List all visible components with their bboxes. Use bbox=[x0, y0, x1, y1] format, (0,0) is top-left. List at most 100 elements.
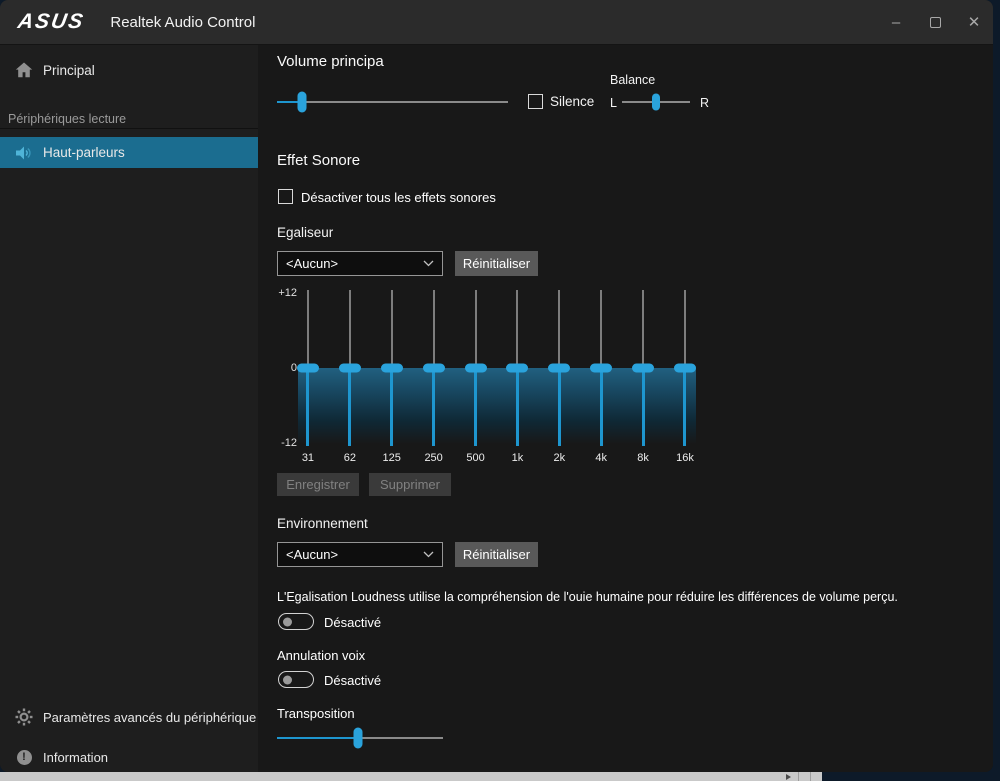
volume-slider-track bbox=[277, 101, 508, 103]
transposition-label: Transposition bbox=[277, 706, 355, 721]
eq-band-8k[interactable] bbox=[622, 290, 664, 446]
disable-effects-checkbox[interactable] bbox=[278, 189, 293, 204]
toggle-knob bbox=[283, 675, 292, 684]
eq-bands bbox=[287, 290, 706, 446]
eq-band-thumb[interactable] bbox=[632, 364, 654, 373]
eq-band-thumb[interactable] bbox=[548, 364, 570, 373]
eq-band-thumb[interactable] bbox=[381, 364, 403, 373]
eq-freq-label: 4k bbox=[580, 452, 622, 464]
transposition-slider[interactable] bbox=[277, 726, 443, 750]
window-controls: – ✕ bbox=[872, 7, 989, 37]
chevron-down-icon bbox=[423, 260, 434, 267]
screen: ASUS Realtek Audio Control – ✕ Principal… bbox=[0, 0, 1000, 781]
eq-freq-label: 500 bbox=[455, 452, 497, 464]
asus-logo: ASUS bbox=[16, 10, 87, 34]
window-title: Realtek Audio Control bbox=[110, 14, 255, 31]
transposition-slider-thumb[interactable] bbox=[354, 728, 363, 749]
sidebar-divider bbox=[0, 128, 258, 129]
volume-slider[interactable] bbox=[277, 91, 508, 113]
eq-band-62[interactable] bbox=[329, 290, 371, 446]
eq-band-125[interactable] bbox=[371, 290, 413, 446]
sidebar-item-haut-parleurs[interactable]: Haut-parleurs bbox=[0, 137, 258, 168]
eq-band-thumb[interactable] bbox=[423, 364, 445, 373]
loudness-toggle[interactable] bbox=[278, 613, 314, 630]
transposition-slider-fill bbox=[277, 737, 358, 739]
eq-band-16k[interactable] bbox=[664, 290, 706, 446]
effects-heading: Effet Sonore bbox=[277, 152, 360, 169]
balance-left-label: L bbox=[610, 96, 617, 110]
voice-cancellation-state-label: Désactivé bbox=[324, 673, 381, 688]
gear-icon bbox=[15, 708, 33, 726]
eq-freq-label: 2k bbox=[538, 452, 580, 464]
eq-freq-label: 62 bbox=[329, 452, 371, 464]
equalizer-reset-button[interactable]: Réinitialiser bbox=[455, 251, 538, 276]
eq-band-31[interactable] bbox=[287, 290, 329, 446]
sidebar: Principal Périphériques lecture Haut-par… bbox=[0, 45, 258, 772]
sidebar-item-label: Principal bbox=[43, 63, 95, 78]
environment-preset-value: <Aucun> bbox=[286, 547, 338, 562]
balance-slider-thumb[interactable] bbox=[652, 94, 660, 111]
equalizer-preset-dropdown[interactable]: <Aucun> bbox=[277, 251, 443, 276]
eq-band-thumb[interactable] bbox=[674, 364, 696, 373]
toggle-knob bbox=[283, 617, 292, 626]
main-content: Volume principa Silence Balance L R Effe… bbox=[258, 45, 993, 772]
equalizer-label: Egaliseur bbox=[277, 225, 333, 240]
sidebar-item-label: Haut-parleurs bbox=[43, 145, 125, 160]
sidebar-item-label: Information bbox=[43, 750, 108, 765]
voice-cancellation-label: Annulation voix bbox=[277, 648, 365, 663]
eq-freq-label: 31 bbox=[287, 452, 329, 464]
titlebar: ASUS Realtek Audio Control – ✕ bbox=[0, 0, 993, 45]
environment-preset-dropdown[interactable]: <Aucun> bbox=[277, 542, 443, 567]
background-horizontal-scrollbar[interactable] bbox=[0, 772, 822, 781]
silence-checkbox[interactable] bbox=[528, 94, 543, 109]
balance-right-label: R bbox=[700, 96, 709, 110]
eq-band-thumb[interactable] bbox=[590, 364, 612, 373]
eq-band-2k[interactable] bbox=[538, 290, 580, 446]
scrollbar-divider bbox=[798, 772, 799, 781]
close-button[interactable]: ✕ bbox=[959, 7, 989, 37]
voice-cancellation-toggle[interactable] bbox=[278, 671, 314, 688]
eq-band-500[interactable] bbox=[455, 290, 497, 446]
scrollbar-right-arrow-icon bbox=[786, 774, 791, 780]
scrollbar-divider bbox=[810, 772, 811, 781]
info-icon: ! bbox=[15, 750, 33, 765]
sidebar-item-advanced-settings[interactable]: Paramètres avancés du périphérique bbox=[0, 700, 258, 734]
volume-heading: Volume principa bbox=[277, 53, 384, 70]
balance-slider[interactable] bbox=[622, 93, 690, 111]
minimize-button[interactable]: – bbox=[881, 7, 911, 37]
loudness-description: L'Egalisation Loudness utilise la compré… bbox=[277, 590, 898, 604]
equalizer-panel: +12 0 -12 31 62 bbox=[277, 286, 717, 476]
speaker-icon bbox=[15, 145, 33, 161]
eq-freq-label: 8k bbox=[622, 452, 664, 464]
app-window: ASUS Realtek Audio Control – ✕ Principal… bbox=[0, 0, 993, 772]
volume-slider-thumb[interactable] bbox=[298, 92, 307, 113]
sidebar-item-principal[interactable]: Principal bbox=[0, 53, 258, 87]
eq-freq-label: 16k bbox=[664, 452, 706, 464]
equalizer-preset-value: <Aucun> bbox=[286, 256, 338, 271]
eq-band-1k[interactable] bbox=[496, 290, 538, 446]
sidebar-item-label: Paramètres avancés du périphérique bbox=[43, 710, 256, 725]
eq-band-thumb[interactable] bbox=[297, 364, 319, 373]
eq-freq-label: 1k bbox=[496, 452, 538, 464]
eq-freq-label: 250 bbox=[413, 452, 455, 464]
eq-band-250[interactable] bbox=[413, 290, 455, 446]
environment-reset-button[interactable]: Réinitialiser bbox=[455, 542, 538, 567]
home-icon bbox=[15, 62, 33, 78]
balance-label: Balance bbox=[610, 73, 655, 87]
eq-band-thumb[interactable] bbox=[339, 364, 361, 373]
chevron-down-icon bbox=[423, 551, 434, 558]
loudness-state-label: Désactivé bbox=[324, 615, 381, 630]
sidebar-item-information[interactable]: ! Information bbox=[0, 740, 258, 772]
environment-label: Environnement bbox=[277, 516, 368, 531]
eq-band-4k[interactable] bbox=[580, 290, 622, 446]
sidebar-section-playback: Périphériques lecture bbox=[8, 112, 126, 126]
eq-band-thumb[interactable] bbox=[506, 364, 528, 373]
silence-label: Silence bbox=[550, 94, 594, 109]
eq-band-thumb[interactable] bbox=[465, 364, 487, 373]
maximize-button[interactable] bbox=[920, 7, 950, 37]
save-preset-button[interactable]: Enregistrer bbox=[277, 473, 359, 496]
delete-preset-button[interactable]: Supprimer bbox=[369, 473, 451, 496]
maximize-icon bbox=[930, 17, 941, 28]
disable-effects-label: Désactiver tous les effets sonores bbox=[301, 190, 496, 205]
eq-frequency-labels: 31 62 125 250 500 1k 2k 4k 8k 16k bbox=[287, 452, 706, 464]
